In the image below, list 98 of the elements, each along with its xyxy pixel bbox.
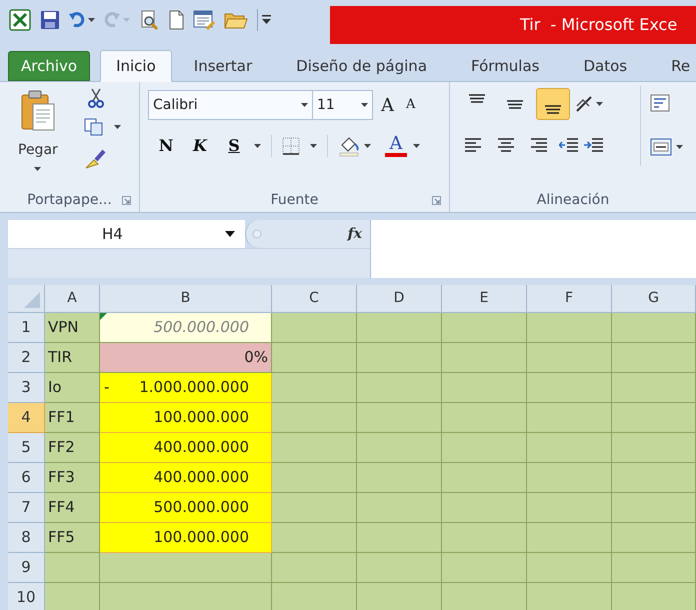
top-align-icon (468, 94, 486, 103)
dialog-launcher-icon[interactable] (432, 196, 441, 205)
column-header[interactable]: G (612, 285, 696, 313)
italic-button[interactable]: K (188, 134, 212, 158)
caret-icon[interactable] (361, 103, 368, 107)
cut-icon[interactable] (88, 88, 104, 108)
paste-button[interactable]: Pegar (18, 140, 58, 161)
form-icon[interactable] (193, 10, 215, 30)
caret-icon[interactable] (596, 102, 603, 106)
save-icon[interactable] (40, 10, 60, 30)
shrink-font-button[interactable]: A (406, 95, 416, 115)
group-label: Fuente (270, 190, 318, 210)
minus-sign: - (104, 377, 110, 398)
table-cell: FF3 (45, 463, 100, 493)
ribbon-tab[interactable]: Diseño de página (274, 51, 450, 81)
caret-icon[interactable] (254, 144, 261, 148)
table-cell: 0% (100, 343, 272, 373)
font-size-field[interactable]: 11 (313, 90, 373, 120)
row-header[interactable]: 9 (8, 553, 45, 583)
table-cell: 500.000.000 (100, 493, 272, 523)
caret-icon[interactable] (676, 145, 683, 149)
ribbon-tab[interactable]: Fórmulas (449, 51, 562, 81)
customize-menu-icon[interactable] (262, 15, 271, 25)
column-header[interactable]: F (527, 285, 612, 313)
table-cell: 100.000.000 (100, 523, 272, 553)
wrap-text-icon[interactable] (650, 94, 670, 112)
caret-icon[interactable] (114, 125, 121, 129)
align-right-icon[interactable] (530, 136, 548, 154)
spreadsheet-logo-icon[interactable] (9, 9, 31, 31)
table-cell: Io (45, 373, 100, 403)
align-left-icon[interactable] (464, 136, 482, 154)
borders-icon[interactable] (282, 137, 300, 155)
merge-center-icon[interactable] (650, 138, 672, 156)
row-header[interactable]: 8 (8, 523, 45, 553)
row-header[interactable]: 7 (8, 493, 45, 523)
insert-function-button[interactable]: fx (348, 224, 362, 244)
name-box[interactable]: H4 (8, 220, 245, 248)
caret-icon[interactable] (88, 18, 95, 22)
dialog-launcher-icon[interactable] (122, 196, 131, 205)
bottom-align-icon (544, 105, 562, 114)
ribbon-tab[interactable]: Datos (561, 51, 650, 81)
file-menu-button[interactable]: Archivo (8, 51, 90, 81)
new-document-icon[interactable] (168, 10, 184, 30)
paintbrush-icon[interactable] (84, 148, 106, 170)
table-cell: 400.000.000 (100, 463, 272, 493)
align-center-icon[interactable] (497, 136, 515, 154)
caret-icon[interactable] (34, 167, 42, 171)
cell-value: 1.000.000.000 (139, 377, 249, 398)
caret-icon[interactable] (225, 231, 235, 237)
table-cell (45, 553, 100, 583)
bottom-align-button[interactable] (536, 88, 570, 120)
caret-icon[interactable] (364, 144, 371, 148)
copy-icon[interactable] (84, 118, 104, 136)
row-header[interactable]: 3 (8, 373, 45, 403)
group-label: Alineación (536, 190, 610, 210)
undo-icon[interactable] (69, 12, 85, 28)
ribbon-tab[interactable]: Re (649, 51, 696, 81)
bold-button[interactable]: N (154, 134, 178, 158)
ribbon-tab[interactable]: Insertar (172, 51, 274, 81)
table-cell: VPN (45, 313, 100, 343)
decrease-indent-icon[interactable] (559, 136, 579, 154)
row-header[interactable]: 6 (8, 463, 45, 493)
column-header[interactable]: C (272, 285, 357, 313)
table-cell: 100.000.000 (100, 403, 272, 433)
row-header[interactable]: 2 (8, 343, 45, 373)
table-cell: FF2 (45, 433, 100, 463)
column-header[interactable]: B (100, 285, 272, 313)
expand-handle-icon[interactable] (252, 229, 262, 239)
group-label: Portapape... (27, 190, 112, 210)
grow-font-button[interactable]: A (381, 92, 394, 118)
column-header[interactable]: A (45, 285, 100, 313)
column-header[interactable]: E (442, 285, 527, 313)
row-header[interactable]: 4 (8, 403, 45, 433)
middle-align-icon (506, 100, 524, 108)
clipboard-icon[interactable] (20, 90, 56, 132)
table-cell: FF4 (45, 493, 100, 523)
caret-icon[interactable] (301, 103, 308, 107)
print-preview-icon[interactable] (139, 10, 159, 30)
table-cell: 400.000.000 (100, 433, 272, 463)
row-header[interactable]: 10 (8, 583, 45, 610)
column-header[interactable]: D (357, 285, 442, 313)
table-cell: FF5 (45, 523, 100, 553)
table-cell: TIR (45, 343, 100, 373)
increase-indent-icon[interactable] (584, 136, 604, 154)
window-title: Tir - Microsoft Exce (520, 14, 678, 36)
row-header[interactable]: 5 (8, 433, 45, 463)
underline-button[interactable]: S (222, 134, 246, 158)
table-cell (45, 583, 100, 610)
fill-color-icon[interactable] (338, 135, 360, 157)
table-cell: FF1 (45, 403, 100, 433)
table-cell: 500.000.000 (100, 313, 272, 343)
font-color-button[interactable]: A (385, 135, 407, 157)
caret-icon[interactable] (310, 144, 317, 148)
ribbon-tab[interactable]: Inicio (100, 50, 172, 82)
row-header[interactable]: 1 (8, 313, 45, 343)
caret-icon[interactable] (413, 144, 420, 148)
font-name-field[interactable]: Calibri (148, 90, 313, 120)
formula-input[interactable] (370, 220, 696, 278)
